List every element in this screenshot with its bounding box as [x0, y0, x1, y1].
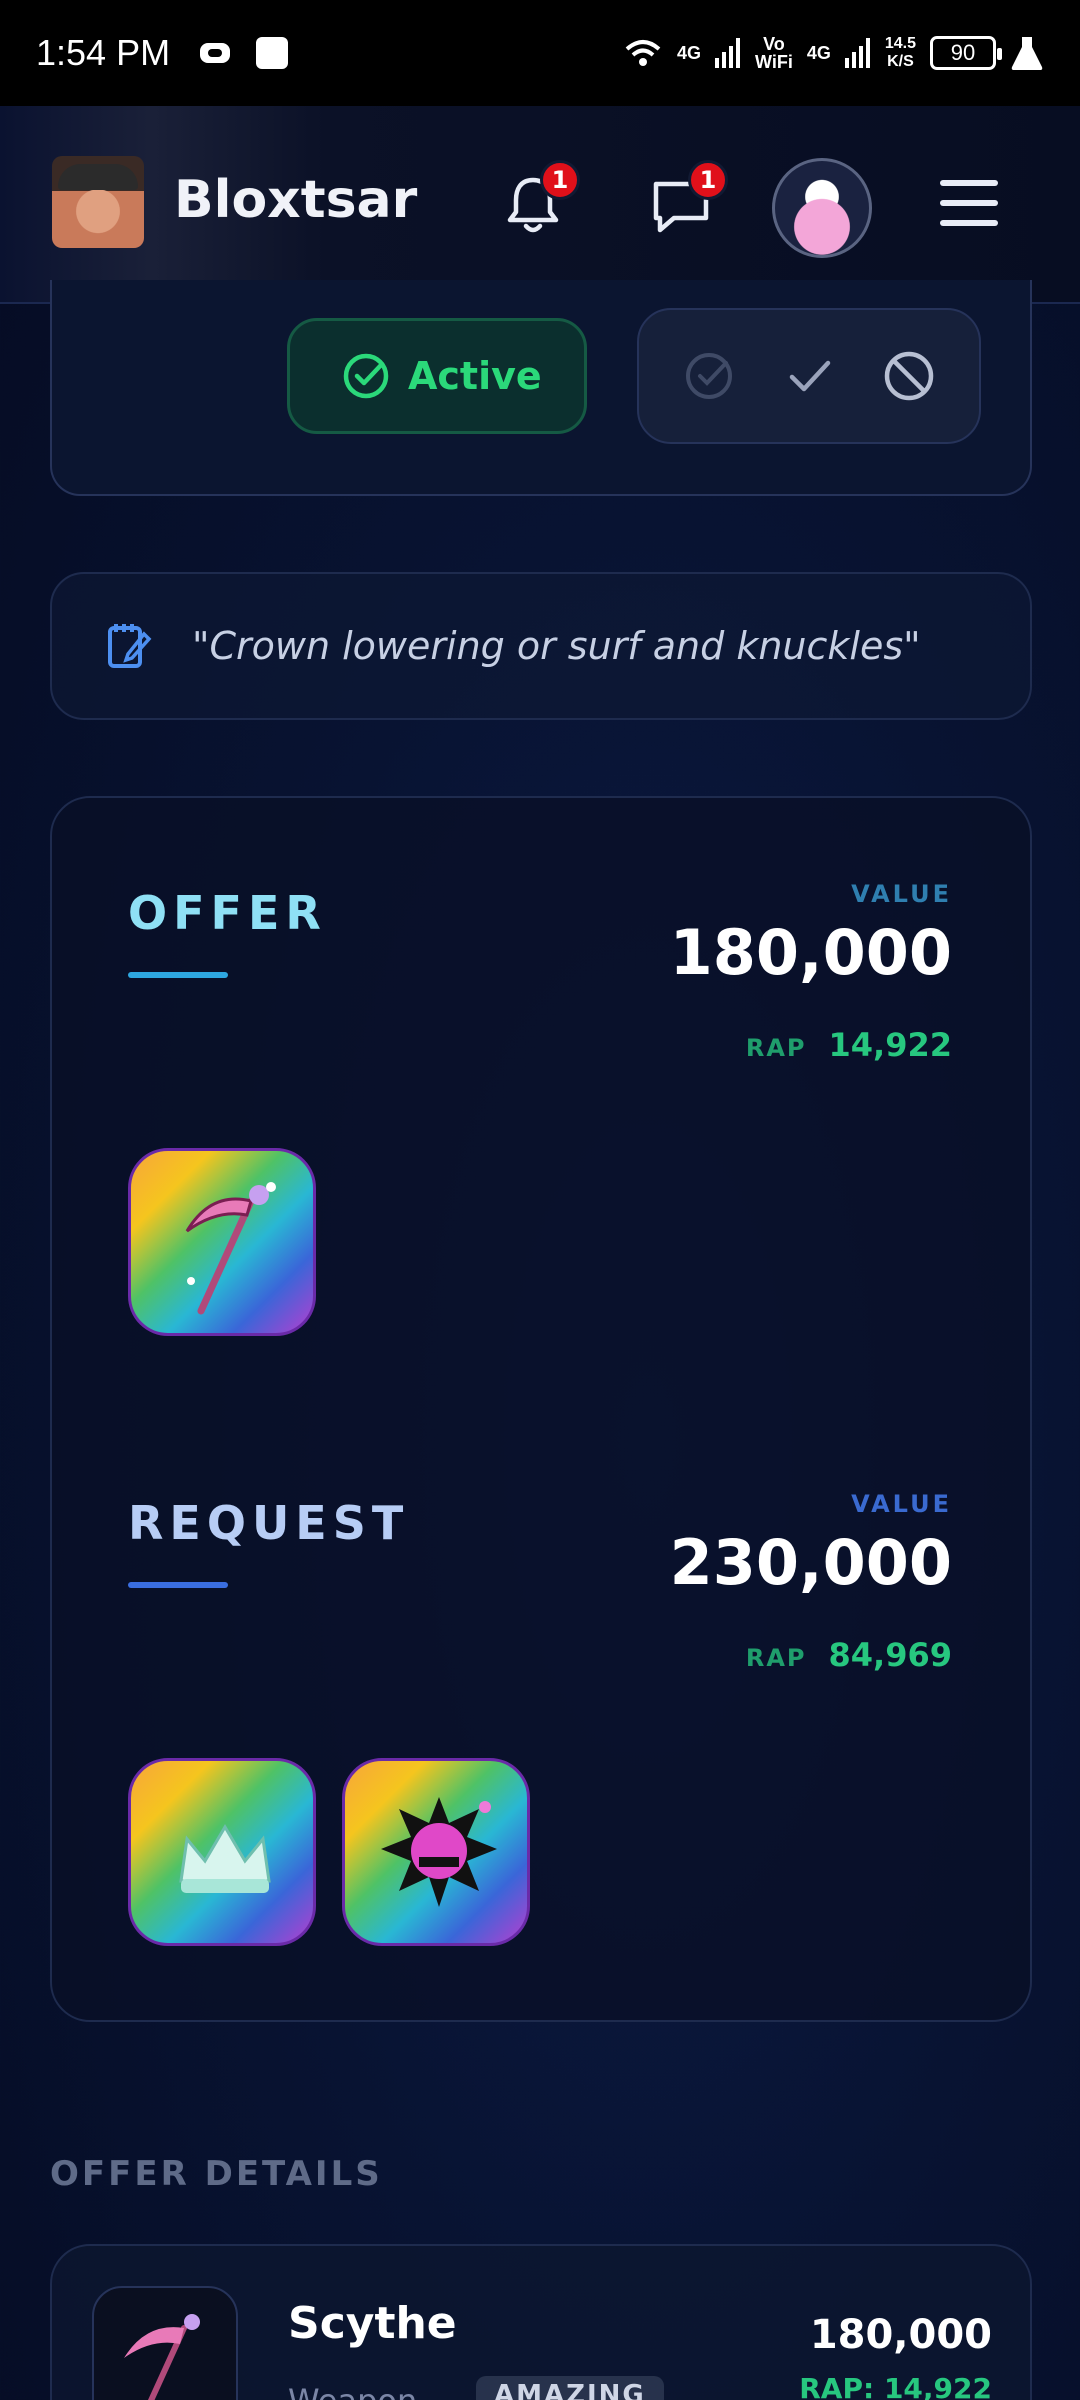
game-controller-icon [200, 43, 231, 63]
check-circle-icon [686, 353, 732, 399]
status-time: 1:54 PM [36, 32, 171, 73]
battery-indicator: 90 [930, 36, 1002, 70]
notepad-edit-icon [108, 624, 152, 668]
detail-item-type: Weapon [288, 2382, 417, 2400]
check-circle-icon [343, 353, 389, 399]
flask-icon [1011, 37, 1043, 70]
offer-rap-row: RAP 14,922 [746, 1026, 952, 1064]
menu-button[interactable] [940, 180, 998, 230]
detail-item-thumbnail [92, 2286, 238, 2400]
status-bar: 1:54 PM 4G Vo WiFi 4G 14.5 K/S 90 [0, 0, 1080, 106]
app-header: Bloxtsar 1 1 [0, 106, 1080, 304]
trade-note: "Crown lowering or surf and knuckles" [50, 572, 1032, 720]
offer-details-heading: OFFER DETAILS [50, 2154, 383, 2194]
request-rap-row: RAP 84,969 [746, 1636, 952, 1674]
signal-icon-2 [844, 38, 870, 68]
note-text: "Crown lowering or surf and knuckles" [192, 624, 921, 668]
request-value: 230,000 [669, 1526, 952, 1599]
mark-active-button[interactable] [680, 347, 738, 405]
request-title: REQUEST [128, 1496, 410, 1550]
offer-underline [128, 972, 228, 978]
detail-item-rap: RAP: 14,922 [799, 2372, 992, 2400]
status-label: Active [408, 354, 542, 398]
request-value-label: VALUE [851, 1490, 952, 1518]
request-underline [128, 1582, 228, 1588]
request-rap-label: RAP [745, 1644, 807, 1672]
spiked-mask-icon [381, 1797, 497, 1907]
request-item-knuckles[interactable] [342, 1758, 530, 1946]
messages-button[interactable]: 1 [646, 160, 728, 240]
menu-line [940, 220, 998, 226]
network-speed: 14.5 K/S [884, 35, 916, 70]
scythe-icon [124, 2314, 200, 2400]
scythe-icon [185, 1182, 276, 1315]
cancel-trade-button[interactable] [880, 347, 938, 405]
crown-icon [179, 1824, 271, 1893]
notifications-button[interactable]: 1 [498, 160, 580, 240]
menu-line [940, 180, 998, 186]
offer-rap-label: RAP [745, 1034, 807, 1062]
offer-title: OFFER [128, 886, 327, 940]
offer-value: 180,000 [669, 916, 952, 989]
mark-complete-button[interactable] [780, 347, 838, 405]
network-type-1: 4G [677, 43, 702, 63]
trade-status-card: Active [50, 280, 1032, 496]
signal-icon [715, 38, 741, 68]
notifications-badge: 1 [540, 160, 580, 200]
vowifi-label: Vo WiFi [755, 34, 793, 72]
detail-item-name: Scythe [288, 2298, 457, 2349]
app-notification-icon [256, 37, 289, 69]
detail-item-value: 180,000 [809, 2312, 992, 2358]
wifi-icon [625, 40, 661, 66]
menu-line [940, 200, 998, 206]
trade-card: OFFER VALUE 180,000 RAP 14,922 REQUEST V… [50, 796, 1032, 2022]
network-type-2: 4G [806, 43, 831, 63]
ban-icon [884, 351, 934, 401]
user-avatar[interactable] [772, 158, 872, 258]
offer-value-label: VALUE [851, 880, 952, 908]
offer-item-scythe[interactable] [128, 1148, 316, 1336]
status-action-group [637, 308, 981, 444]
brand-logo[interactable] [52, 156, 144, 248]
status-active-badge: Active [287, 318, 587, 434]
status-indicators: 4G Vo WiFi 4G 14.5 K/S 90 [623, 35, 1044, 71]
offer-detail-row[interactable]: Scythe Weapon AMAZING 180,000 RAP: 14,92… [50, 2244, 1032, 2400]
checkmark-icon [789, 360, 831, 392]
brand-name[interactable]: Bloxtsar [174, 170, 417, 230]
request-item-crown[interactable] [128, 1758, 316, 1946]
messages-badge: 1 [688, 160, 728, 200]
request-rap-value: 84,969 [828, 1636, 952, 1674]
offer-rap-value: 14,922 [828, 1026, 952, 1064]
detail-rarity-tag: AMAZING [476, 2376, 664, 2400]
